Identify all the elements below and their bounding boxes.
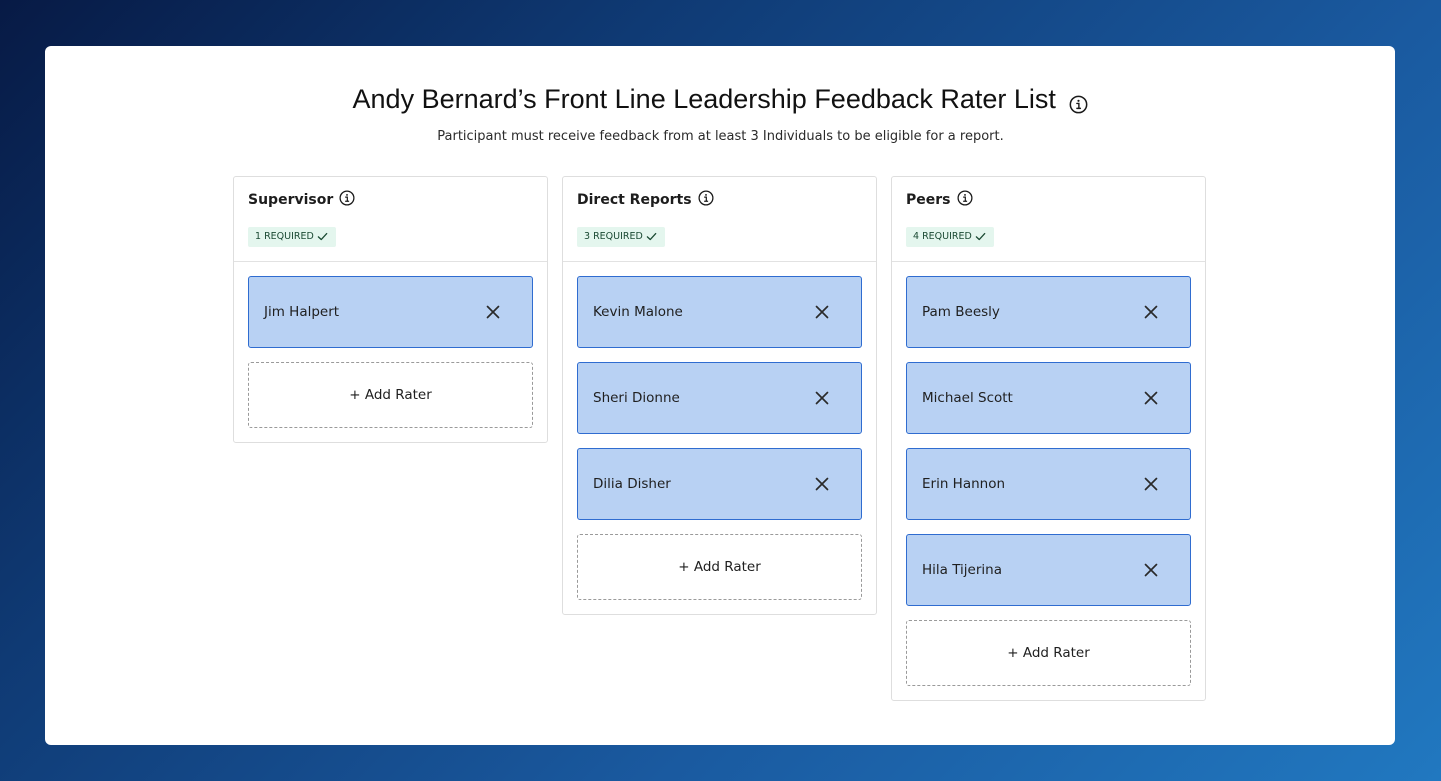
required-badge: 1 REQUIRED: [248, 227, 336, 247]
column-body: Jim Halpert + Add Rater: [234, 262, 547, 442]
close-icon[interactable]: [1144, 305, 1158, 319]
rater-name: Sheri Dionne: [593, 390, 680, 406]
column-title: Peers: [906, 190, 973, 210]
rater-name: Kevin Malone: [593, 304, 683, 320]
column-body: Pam Beesly Michael Scott Erin Hannon Hil…: [892, 262, 1205, 700]
rater-name: Pam Beesly: [922, 304, 1000, 320]
close-icon[interactable]: [486, 305, 500, 319]
rater-name: Hila Tijerina: [922, 562, 1002, 578]
column-title-text: Direct Reports: [577, 192, 692, 208]
column-header: Direct Reports 3 REQUIRED: [563, 177, 876, 262]
required-badge: 4 REQUIRED: [906, 227, 994, 247]
close-icon[interactable]: [815, 305, 829, 319]
rater-card[interactable]: Erin Hannon: [906, 448, 1191, 520]
required-badge-text: 4 REQUIRED: [913, 231, 972, 242]
rater-name: Dilia Disher: [593, 476, 671, 492]
rater-card[interactable]: Jim Halpert: [248, 276, 533, 348]
column-header: Peers 4 REQUIRED: [892, 177, 1205, 262]
add-rater-button[interactable]: + Add Rater: [248, 362, 533, 428]
info-icon[interactable]: [1069, 88, 1088, 114]
check-icon: [975, 230, 986, 241]
required-badge: 3 REQUIRED: [577, 227, 665, 247]
info-icon[interactable]: [339, 190, 355, 206]
rater-card[interactable]: Kevin Malone: [577, 276, 862, 348]
rater-card[interactable]: Pam Beesly: [906, 276, 1191, 348]
close-icon[interactable]: [1144, 477, 1158, 491]
column-peers: Peers 4 REQUIRED Pam Beesly Michael Scot…: [891, 176, 1206, 701]
rater-name: Jim Halpert: [264, 304, 340, 320]
eligibility-note: Participant must receive feedback from a…: [437, 129, 1004, 144]
add-rater-button[interactable]: + Add Rater: [577, 534, 862, 600]
rater-card[interactable]: Dilia Disher: [577, 448, 862, 520]
column-title-text: Peers: [906, 192, 951, 208]
check-icon: [317, 230, 328, 241]
column-body: Kevin Malone Sheri Dionne Dilia Disher +…: [563, 262, 876, 614]
column-header: Supervisor 1 REQUIRED: [234, 177, 547, 262]
required-badge-text: 1 REQUIRED: [255, 231, 314, 242]
info-icon[interactable]: [956, 190, 973, 206]
rater-card[interactable]: Hila Tijerina: [906, 534, 1191, 606]
check-icon: [646, 230, 657, 241]
rater-card[interactable]: Sheri Dionne: [577, 362, 862, 434]
add-rater-button[interactable]: + Add Rater: [906, 620, 1191, 686]
info-icon[interactable]: [698, 190, 714, 206]
column-direct-reports: Direct Reports 3 REQUIRED Kevin Malone S…: [562, 176, 877, 615]
close-icon[interactable]: [815, 391, 829, 405]
close-icon[interactable]: [1144, 391, 1158, 405]
required-badge-text: 3 REQUIRED: [584, 231, 643, 242]
page-header: Andy Bernard’s Front Line Leadership Fee…: [0, 80, 1441, 116]
page-title: Andy Bernard’s Front Line Leadership Fee…: [352, 83, 1056, 114]
column-title: Direct Reports: [577, 190, 714, 210]
close-icon[interactable]: [815, 477, 829, 491]
column-title-text: Supervisor: [248, 192, 334, 208]
rater-name: Erin Hannon: [922, 476, 1006, 492]
rater-name: Michael Scott: [922, 390, 1013, 406]
rater-card[interactable]: Michael Scott: [906, 362, 1191, 434]
close-icon[interactable]: [1144, 563, 1158, 577]
column-supervisor: Supervisor 1 REQUIRED Jim Halpert + Add …: [233, 176, 548, 443]
column-title: Supervisor: [248, 190, 355, 210]
